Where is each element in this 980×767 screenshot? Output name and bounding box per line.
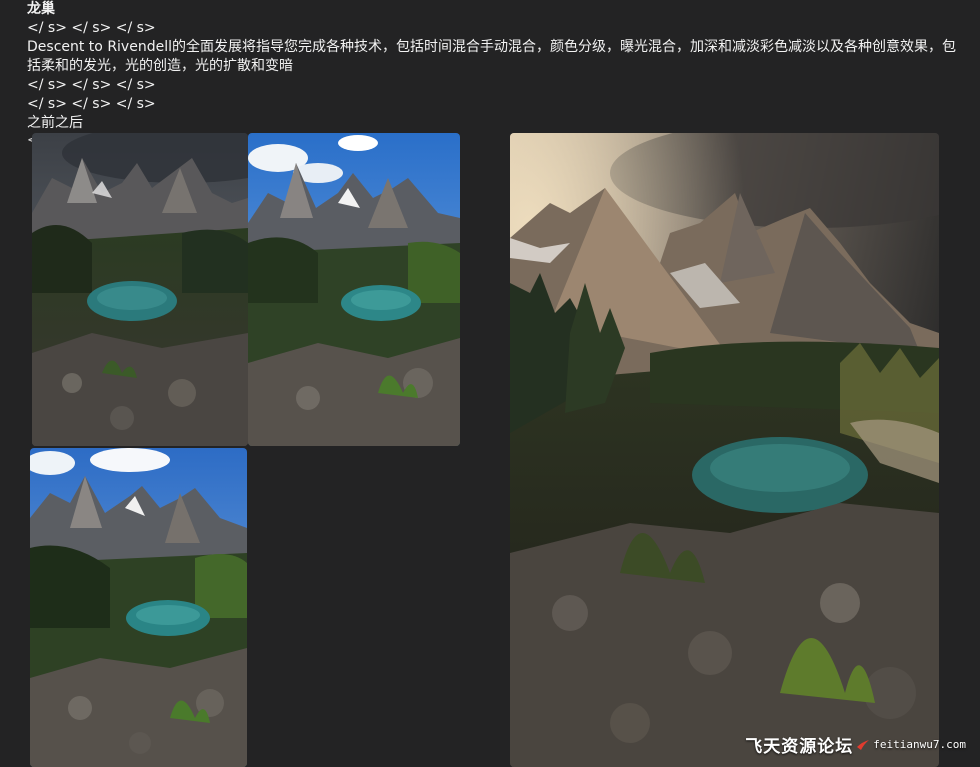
watermark-url: feitianwu7.com [873,738,966,751]
tags-line: </ s> </ s> </ s> [27,96,156,112]
landscape-graphic [248,133,460,446]
post-description: Descent to Rivendell的全面发展将指导您完成各种技术，包括时间… [27,39,956,74]
watermark-site-name: 飞天资源论坛 [745,737,854,757]
raw-exposure-dark-image[interactable] [32,133,248,446]
raw-exposure-blue-image[interactable] [248,133,460,446]
tags-line: </ s> </ s> </ s> [27,77,156,93]
tags-line: </ s> </ s> </ s> [27,20,156,36]
swoosh-icon [857,739,870,750]
landscape-graphic [510,133,939,767]
post-text-block: 龙巢 </ s> </ s> </ s> Descent to Rivendel… [27,0,957,133]
post-title: 龙巢 [27,1,55,17]
landscape-graphic [30,448,247,767]
page: 龙巢 </ s> </ s> </ s> Descent to Rivendel… [0,0,980,767]
raw-exposure-third-image[interactable] [30,448,247,767]
site-watermark: 飞天资源论坛 feitianwu7.com [745,732,966,757]
landscape-graphic [32,133,248,446]
before-after-label: 之前之后 [27,115,83,131]
final-edit-image[interactable] [510,133,939,767]
